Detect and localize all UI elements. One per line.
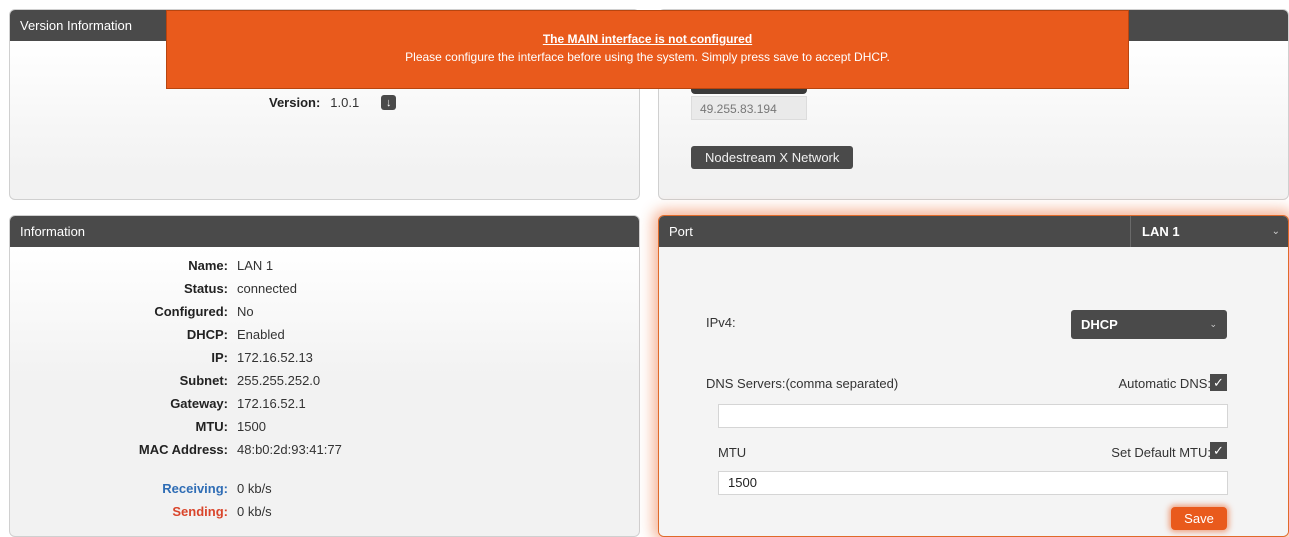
info-row-name: Name: LAN 1 — [10, 258, 639, 281]
ipv4-label: IPv4: — [706, 315, 736, 330]
info-row-mtu: MTU: 1500 — [10, 419, 639, 442]
ipv4-mode-value: DHCP — [1081, 317, 1118, 332]
nodestream-network-button[interactable]: Nodestream X Network — [691, 146, 854, 169]
info-row-ip: IP: 172.16.52.13 — [10, 350, 639, 373]
information-panel-header: Information — [10, 216, 639, 247]
info-row-configured: Configured: No — [10, 304, 639, 327]
info-row-status: Status: connected — [10, 281, 639, 304]
info-value: Enabled — [237, 327, 285, 342]
dns-servers-label: DNS Servers:(comma separated) — [706, 376, 899, 391]
alert-title[interactable]: The MAIN interface is not configured — [167, 32, 1128, 46]
port-form: IPv4: DHCP ⌄ DNS Servers:(comma separate… — [659, 247, 1288, 536]
port-panel-title: Port — [669, 224, 693, 239]
save-button[interactable]: Save — [1171, 507, 1227, 530]
automatic-dns-label: Automatic DNS: — [1118, 376, 1211, 391]
set-default-mtu-label: Set Default MTU: — [1111, 445, 1211, 460]
version-panel-title: Version Information — [20, 18, 133, 33]
info-label: Name: — [188, 258, 228, 273]
sending-label: Sending: — [172, 504, 228, 519]
download-icon[interactable]: ↓ — [381, 95, 397, 110]
info-row-receiving: Receiving: 0 kb/s — [10, 481, 639, 504]
info-label: Gateway: — [170, 396, 228, 411]
chevron-down-icon: ⌄ — [1209, 319, 1217, 329]
version-row: Version: 1.0.1 ↓ — [269, 95, 397, 110]
info-label: DHCP: — [186, 327, 228, 342]
set-default-mtu-checkbox[interactable]: ✓ — [1210, 442, 1227, 459]
info-row-mac-address: MAC Address: 48:b0:2d:93:41:77 — [10, 442, 639, 465]
information-panel: Information Name: LAN 1 Status: connecte… — [9, 215, 640, 537]
sending-value: 0 kb/s — [237, 504, 272, 519]
info-value: 255.255.252.0 — [237, 373, 321, 388]
info-value: 1500 — [237, 419, 266, 434]
automatic-dns-checkbox[interactable]: ✓ — [1210, 374, 1227, 391]
info-row-sending: Sending: 0 kb/s — [10, 504, 639, 527]
info-row-dhcp: DHCP: Enabled — [10, 327, 639, 350]
dns-servers-input[interactable] — [718, 404, 1228, 428]
info-label: Subnet: — [179, 373, 228, 388]
version-label: Version: — [269, 95, 321, 110]
alert-message: Please configure the interface before us… — [405, 50, 890, 64]
ipv4-mode-select[interactable]: DHCP ⌄ — [1071, 310, 1227, 339]
public-ip-field: 49.255.83.194 — [691, 96, 807, 120]
info-row-gateway: Gateway: 172.16.52.1 — [10, 396, 639, 419]
info-row-subnet: Subnet: 255.255.252.0 — [10, 373, 639, 396]
version-value: 1.0.1 — [330, 95, 360, 110]
info-value: 172.16.52.13 — [237, 350, 313, 365]
header-divider — [1130, 216, 1131, 247]
chevron-down-icon[interactable]: ⌄ — [1272, 216, 1280, 247]
information-panel-title: Information — [20, 224, 86, 239]
receiving-value: 0 kb/s — [237, 481, 272, 496]
mtu-label: MTU — [718, 445, 747, 460]
info-label: Configured: — [154, 304, 228, 319]
info-value: No — [237, 304, 254, 319]
mtu-input[interactable]: 1500 — [718, 471, 1228, 495]
info-value: 48:b0:2d:93:41:77 — [237, 442, 342, 457]
receiving-label: Receiving: — [162, 481, 228, 496]
info-label: MAC Address: — [138, 442, 228, 457]
port-panel-header: Port LAN 1 ⌄ — [659, 216, 1288, 247]
info-value: LAN 1 — [237, 258, 274, 273]
info-label: IP: — [211, 350, 228, 365]
info-value: 172.16.52.1 — [237, 396, 306, 411]
info-value: connected — [237, 281, 297, 296]
info-label: MTU: — [195, 419, 229, 434]
port-panel: Port LAN 1 ⌄ IPv4: DHCP ⌄ DNS Servers:(c… — [658, 215, 1289, 537]
port-select[interactable]: LAN 1 — [1142, 216, 1180, 247]
info-label: Status: — [183, 281, 228, 296]
alert-banner: The MAIN interface is not configured Ple… — [166, 10, 1129, 89]
